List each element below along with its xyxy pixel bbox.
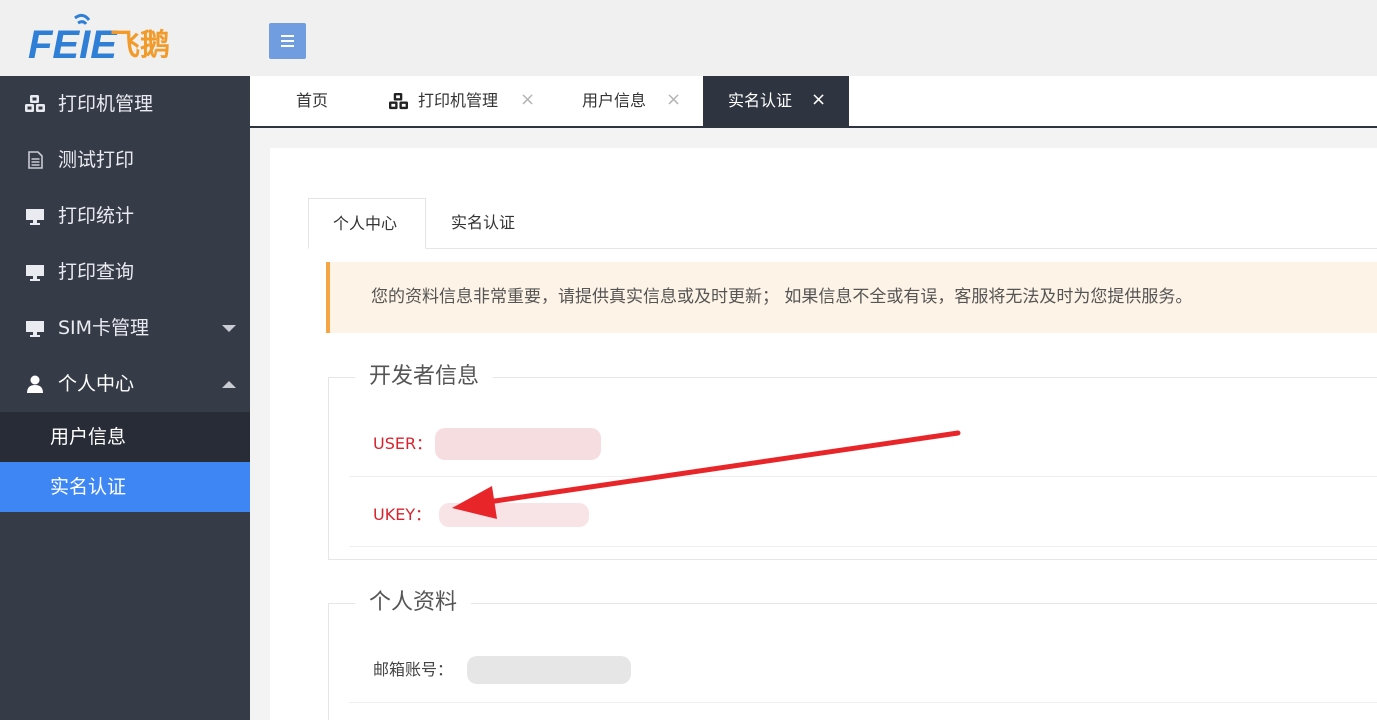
sidebar-item-label: 打印统计 (58, 205, 135, 227)
tab-printer-management[interactable]: 打印机管理 × (360, 76, 550, 126)
tab-label: 打印机管理 (418, 91, 499, 110)
email-label: 邮箱账号： (373, 660, 454, 679)
monitor-icon (26, 209, 44, 225)
user-icon (27, 375, 43, 393)
sidebar-item-print-query[interactable]: 打印查询 (0, 244, 250, 300)
top-header: FEIE 飞鹅 (0, 0, 1377, 76)
sidebar-item-personal-center[interactable]: 个人中心 (0, 356, 250, 412)
sidebar-item-label: 打印机管理 (58, 93, 154, 115)
sidebar-item-label: 打印查询 (58, 261, 135, 283)
tab-label: 实名认证 (728, 91, 793, 110)
page-tabs-bar: 首页 打印机管理 × 用户信息 × 实名认证 × (250, 76, 1377, 128)
tab-label: 用户信息 (582, 91, 647, 110)
close-icon[interactable]: × (520, 89, 535, 110)
profile-section: 个人资料 邮箱账号： (328, 586, 1377, 720)
monitor-icon (26, 321, 44, 337)
monitor-icon (26, 265, 44, 281)
tab-home[interactable]: 首页 (250, 76, 360, 126)
tab-label: 首页 (296, 91, 329, 110)
chevron-up-icon (222, 381, 236, 388)
sidebar: 打印机管理 测试打印 打印统计 打印查询 SIM卡管理 个人中心 用户信息 实名… (0, 76, 250, 720)
user-label: USER： (373, 434, 433, 453)
developer-info-title: 开发者信息 (355, 360, 494, 394)
sidebar-item-label: 测试打印 (58, 149, 135, 171)
chevron-down-icon (222, 325, 236, 332)
printers-cubes-icon (389, 92, 408, 110)
sidebar-item-printer-management[interactable]: 打印机管理 (0, 76, 250, 132)
feie-logo: FEIE 飞鹅 (28, 13, 170, 66)
sidebar-item-sim-management[interactable]: SIM卡管理 (0, 300, 250, 356)
inner-tab-real-name-auth[interactable]: 实名认证 (426, 198, 544, 249)
inner-tabs: 个人中心 实名认证 (308, 198, 1377, 249)
email-row: 邮箱账号： (349, 632, 1377, 703)
user-value-redacted (435, 428, 601, 460)
email-value-redacted (467, 656, 631, 684)
sidebar-subitem-user-info[interactable]: 用户信息 (0, 412, 250, 462)
sidebar-item-label: 个人中心 (58, 373, 135, 395)
user-row: USER： (349, 406, 1377, 477)
sidebar-subitem-real-name-auth[interactable]: 实名认证 (0, 462, 250, 512)
logo-chinese: 飞鹅 (110, 28, 170, 63)
printers-cubes-icon (25, 95, 45, 112)
menu-toggle-button[interactable] (269, 23, 306, 59)
tab-user-info[interactable]: 用户信息 × (550, 76, 702, 126)
profile-title: 个人资料 (355, 586, 472, 620)
sidebar-item-test-print[interactable]: 测试打印 (0, 132, 250, 188)
notice-text: 您的资料信息非常重要，请提供真实信息或及时更新； 如果信息不全或有误，客服将无法… (371, 287, 1193, 307)
sidebar-item-print-stats[interactable]: 打印统计 (0, 188, 250, 244)
ukey-label: UKEY： (373, 505, 432, 524)
document-icon (28, 151, 43, 169)
inner-tab-label: 个人中心 (333, 214, 398, 233)
inner-tab-label: 实名认证 (451, 213, 516, 232)
close-icon[interactable]: × (666, 89, 681, 110)
main-panel: 个人中心 实名认证 您的资料信息非常重要，请提供真实信息或及时更新； 如果信息不… (270, 148, 1377, 720)
inner-tab-personal-center[interactable]: 个人中心 (308, 198, 426, 249)
ukey-row: UKEY： (349, 477, 1377, 547)
sidebar-item-label: SIM卡管理 (58, 317, 150, 339)
ukey-value-redacted (439, 503, 589, 527)
developer-info-section: 开发者信息 USER： UKEY： (328, 360, 1377, 560)
notice-banner: 您的资料信息非常重要，请提供真实信息或及时更新； 如果信息不全或有误，客服将无法… (326, 262, 1377, 333)
tab-real-name-auth[interactable]: 实名认证 × (703, 76, 849, 126)
sidebar-subitem-label: 用户信息 (50, 426, 127, 448)
close-icon[interactable]: × (811, 89, 826, 110)
logo-text: FEIE (28, 23, 118, 66)
sidebar-subitem-label: 实名认证 (50, 476, 127, 498)
